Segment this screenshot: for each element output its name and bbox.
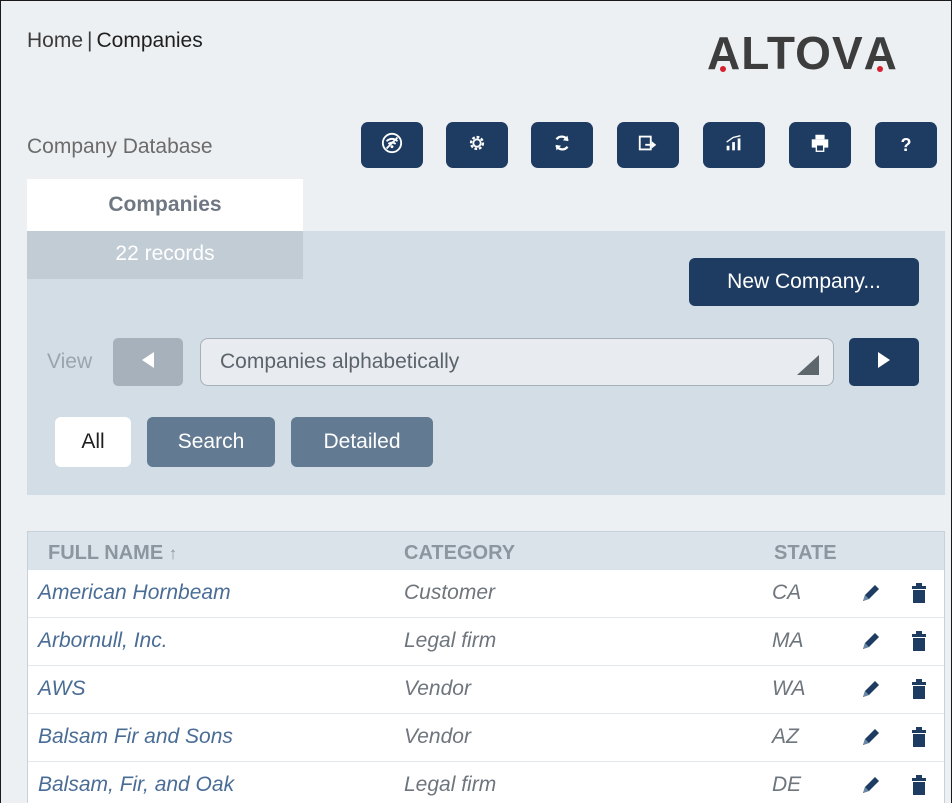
print-button[interactable] [789,122,851,168]
chart-icon [723,132,745,159]
tab-companies[interactable]: Companies [27,179,303,231]
record-count: 22 records [27,231,303,279]
pencil-icon[interactable] [860,774,882,796]
breadcrumb-separator: | [87,29,93,52]
settings-button[interactable] [446,122,508,168]
arrow-left-icon [140,351,156,374]
arrow-right-icon [876,351,892,374]
column-header-full-name[interactable]: FULL NAME ↑ [48,542,177,565]
view-label: View [47,350,93,373]
company-name-link[interactable]: American Hornbeam [38,581,231,605]
company-category: Legal firm [404,773,497,796]
app-window: Home | Companies A LTOVA Company Database [0,0,952,803]
export-button[interactable] [617,122,679,168]
filter-search-button[interactable]: Search [147,417,275,467]
company-name-link[interactable]: Balsam Fir and Sons [38,725,233,749]
pencil-icon[interactable] [860,678,882,700]
help-button[interactable]: ? [875,122,937,168]
view-select[interactable]: Companies alphabetically [200,338,834,386]
column-header-category[interactable]: CATEGORY [404,542,515,565]
company-name-link[interactable]: AWS [38,677,85,701]
company-category: Vendor [404,677,471,700]
pencil-icon[interactable] [860,726,882,748]
new-company-button[interactable]: New Company... [689,258,919,306]
export-icon [637,132,659,159]
company-state: MA [772,629,804,652]
column-header-state[interactable]: STATE [774,542,837,565]
company-state: AZ [772,725,799,748]
gear-icon [466,132,488,159]
trash-icon[interactable] [908,774,930,796]
refresh-icon [551,132,573,159]
company-name-link[interactable]: Arbornull, Inc. [38,629,168,653]
pencil-icon[interactable] [860,582,882,604]
offline-button[interactable] [361,122,423,168]
company-state: DE [772,773,802,796]
dropdown-corner-icon [797,355,819,375]
table-header: FULL NAME ↑ CATEGORY STATE [28,532,944,570]
view-select-value: Companies alphabetically [220,350,460,373]
breadcrumb: Home | Companies [27,29,203,53]
table-row[interactable]: Arbornull, Inc. Legal firm MA [28,618,944,666]
pencil-icon[interactable] [860,630,882,652]
sort-ascending-icon: ↑ [168,544,178,563]
database-label: Company Database [27,135,213,158]
filter-all-button[interactable]: All [55,417,131,467]
trash-icon[interactable] [908,726,930,748]
breadcrumb-current: Companies [96,29,203,52]
filter-detailed-button[interactable]: Detailed [291,417,433,467]
companies-table: FULL NAME ↑ CATEGORY STATE American Horn… [27,531,945,803]
company-category: Legal firm [404,629,497,652]
trash-icon[interactable] [908,678,930,700]
chart-button[interactable] [703,122,765,168]
next-view-button[interactable] [849,338,919,386]
company-state: CA [772,581,802,604]
company-category: Vendor [404,725,471,748]
breadcrumb-home-link[interactable]: Home [27,29,83,52]
company-name-link[interactable]: Balsam, Fir, and Oak [38,773,234,797]
company-state: WA [772,677,806,700]
print-icon [809,132,831,159]
trash-icon[interactable] [908,630,930,652]
table-row[interactable]: American Hornbeam Customer CA [28,570,944,618]
table-row[interactable]: Balsam Fir and Sons Vendor AZ [28,714,944,762]
altova-logo: A LTOVA [707,27,898,79]
wifi-off-icon [381,132,403,159]
trash-icon[interactable] [908,582,930,604]
refresh-button[interactable] [531,122,593,168]
table-row[interactable]: Balsam, Fir, and Oak Legal firm DE [28,762,944,803]
table-row[interactable]: AWS Vendor WA [28,666,944,714]
company-category: Customer [404,581,496,604]
previous-view-button[interactable] [113,338,183,386]
